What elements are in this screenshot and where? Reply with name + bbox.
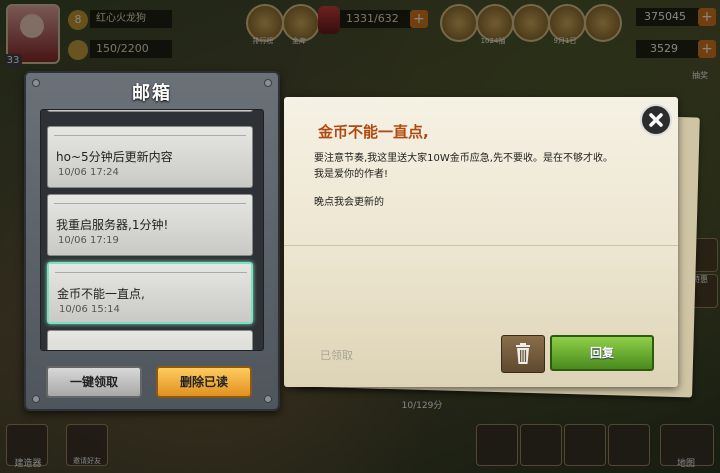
mail-item[interactable]: ho~5分钟后更新内容 10/06 17:24 <box>47 126 253 188</box>
rivet <box>32 395 40 403</box>
fold-line <box>284 245 678 246</box>
delete-mail-button[interactable] <box>501 335 545 373</box>
mail-item-partial <box>47 110 253 112</box>
letter-line: 我是爱你的作者! <box>314 169 389 180</box>
letter-line: 要注意节奏,我这里送大家10W金币应急,先不要收。是在不够才收。 <box>314 153 613 164</box>
envelope-flap <box>54 197 246 204</box>
mail-time: 10/06 17:24 <box>58 167 119 178</box>
delete-read-button[interactable]: 删除已读 <box>156 366 252 398</box>
mailbox-panel: 邮箱 ho~5分钟后更新内容 10/06 17:24 我重启服务器,1分钟! 1… <box>24 71 280 411</box>
mail-item-selected[interactable]: 金币不能一直点, 10/06 15:14 <box>47 262 253 324</box>
mailbox-title: 邮箱 <box>132 83 172 104</box>
mail-title: 金币不能一直点, <box>57 287 145 301</box>
mail-list[interactable]: ho~5分钟后更新内容 10/06 17:24 我重启服务器,1分钟! 10/0… <box>40 109 264 351</box>
mail-title: 我重启服务器,1分钟! <box>56 218 169 232</box>
mail-time: 10/06 15:14 <box>59 304 120 315</box>
mail-item[interactable]: 我重启服务器,1分钟! 10/06 17:19 <box>47 194 253 256</box>
close-icon <box>649 113 663 127</box>
close-button[interactable] <box>640 104 672 136</box>
letter-paper: 金币不能一直点, 要注意节奏,我这里送大家10W金币应急,先不要收。是在不够才收… <box>284 97 678 387</box>
mail-time: 10/06 17:19 <box>58 235 119 246</box>
claimed-status: 已领取 <box>320 349 353 362</box>
rivet <box>264 395 272 403</box>
trash-icon <box>516 343 530 364</box>
envelope-flap <box>55 266 247 273</box>
mail-item-partial <box>47 330 253 350</box>
letter-closing: 晚点我会更新的 <box>314 197 384 208</box>
letter-title: 金币不能一直点, <box>318 123 429 141</box>
reply-button[interactable]: 回复 <box>550 335 654 371</box>
mail-title: ho~5分钟后更新内容 <box>56 150 173 164</box>
envelope-flap <box>54 129 246 136</box>
claim-all-button[interactable]: 一键领取 <box>46 366 142 398</box>
letter-body: 要注意节奏,我这里送大家10W金币应急,先不要收。是在不够才收。 我是爱你的作者… <box>314 151 654 211</box>
